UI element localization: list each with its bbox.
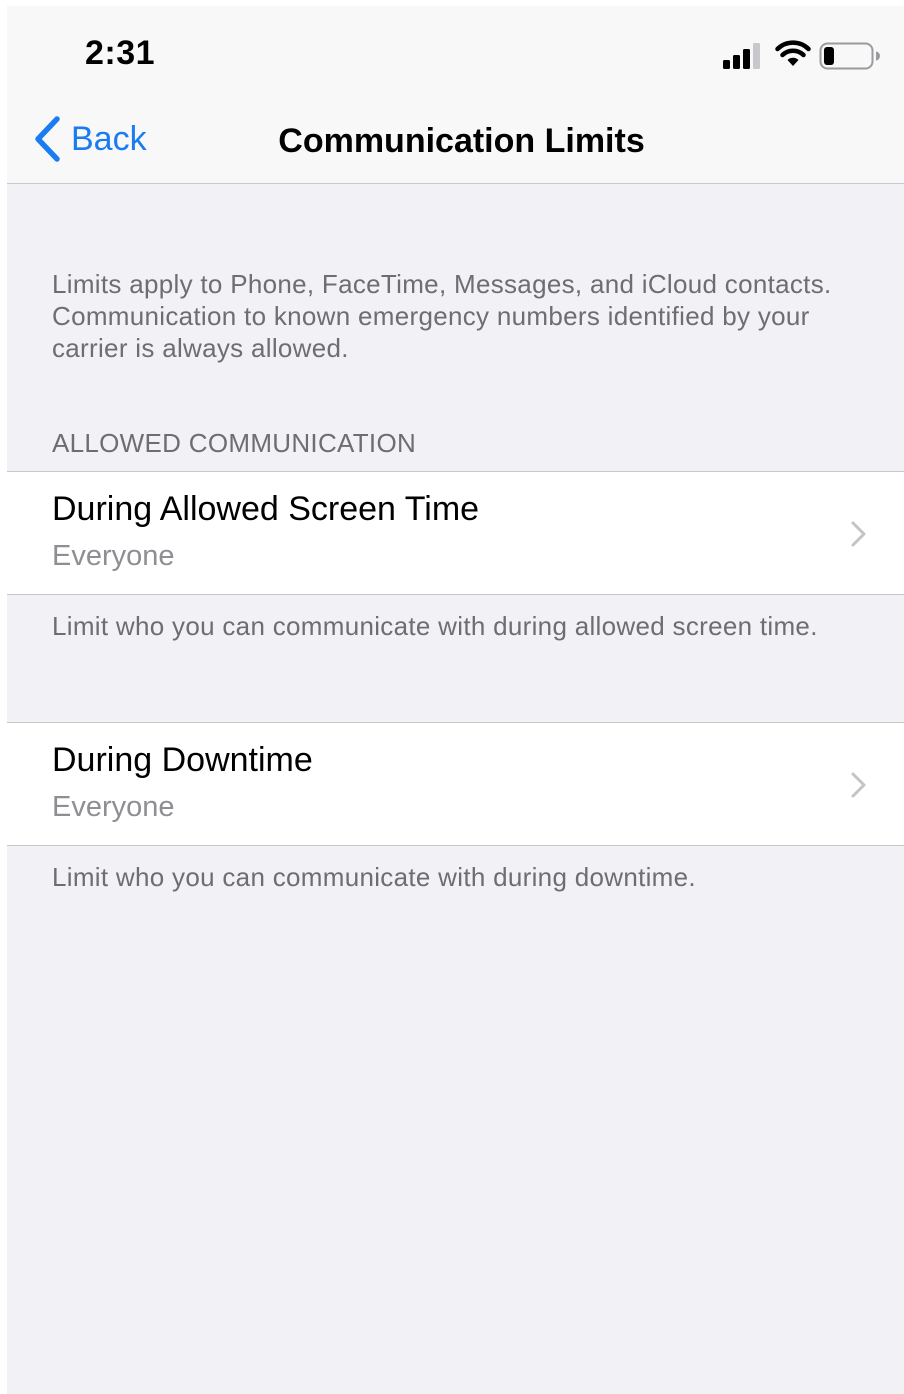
status-time: 2:31 xyxy=(85,34,156,72)
row-value: Everyone xyxy=(52,540,175,572)
cellular-signal-icon xyxy=(723,43,760,69)
allowed-screen-time-footer: Limit who you can communicate with durin… xyxy=(52,611,818,641)
navigation-bar: Back Communication Limits xyxy=(7,96,904,184)
row-title: During Allowed Screen Time xyxy=(52,490,480,528)
row-title: During Downtime xyxy=(52,741,313,779)
intro-description: Limits apply to Phone, FaceTime, Message… xyxy=(52,269,832,363)
battery-low-icon xyxy=(819,42,880,70)
screen: 2:31 Back Communication Limits Limits ap… xyxy=(7,6,904,1394)
during-allowed-screen-time-row[interactable]: During Allowed Screen Time Everyone xyxy=(7,471,904,595)
wifi-icon xyxy=(775,40,811,66)
section-header: ALLOWED COMMUNICATION xyxy=(52,428,417,458)
chevron-right-icon xyxy=(851,521,866,547)
status-bar: 2:31 xyxy=(7,6,904,96)
during-downtime-row[interactable]: During Downtime Everyone xyxy=(7,722,904,846)
page-title: Communication Limits xyxy=(278,122,645,160)
row-value: Everyone xyxy=(52,791,175,823)
downtime-footer: Limit who you can communicate with durin… xyxy=(52,862,696,892)
chevron-right-icon xyxy=(851,772,866,798)
